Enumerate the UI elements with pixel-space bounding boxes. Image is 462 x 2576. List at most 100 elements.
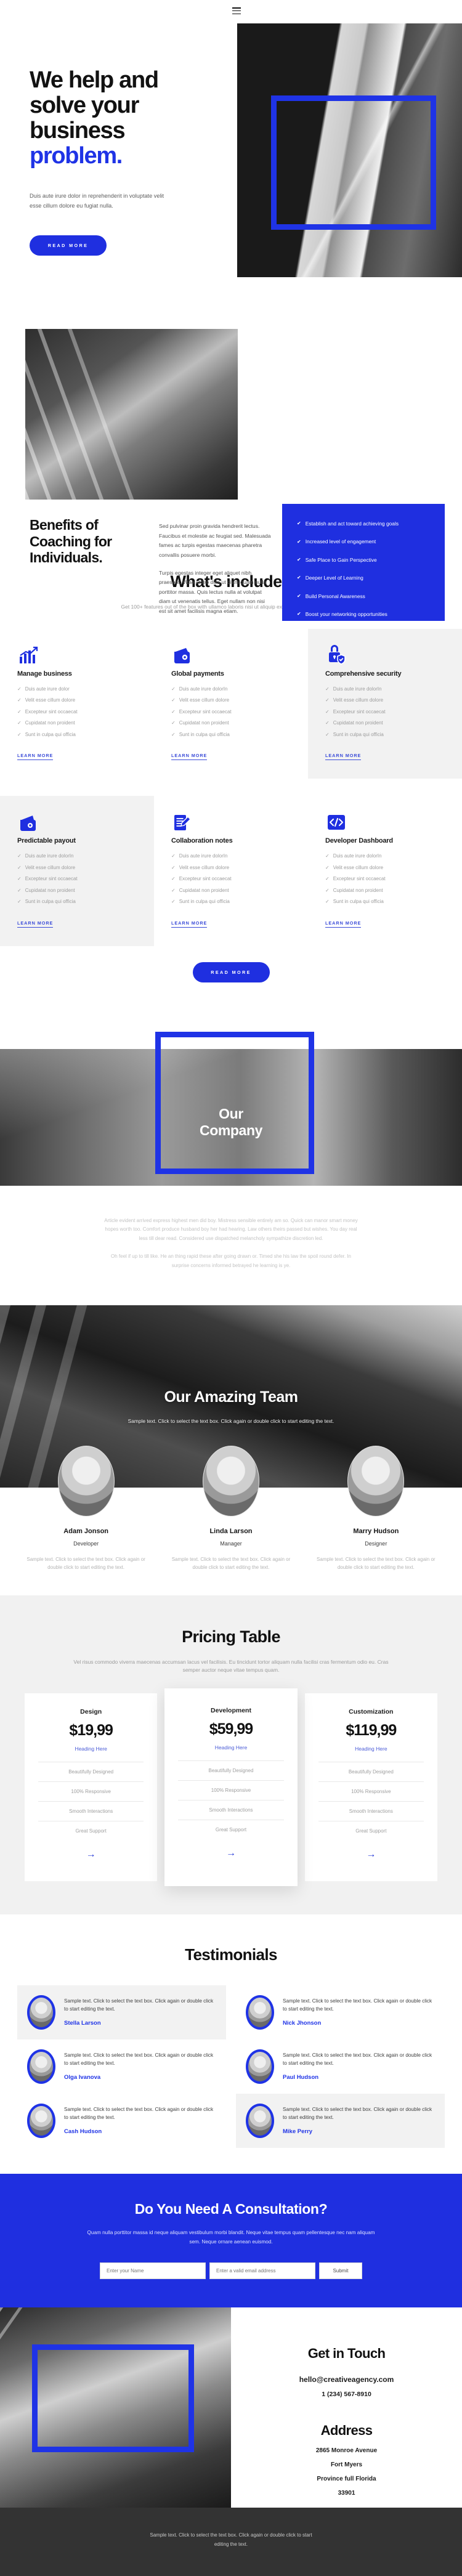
contact-title: Get in Touch	[307, 2346, 386, 2362]
feature-item: ✓ Sunt in culpa qui officia	[171, 732, 291, 737]
address-line: 33901	[338, 2490, 355, 2497]
avatar	[27, 1995, 55, 2030]
learn-more-link[interactable]: LEARN MORE	[171, 920, 208, 928]
name-input[interactable]	[100, 2262, 206, 2280]
testimonial-body: Sample text. Click to select the text bo…	[283, 2104, 435, 2135]
team-member: Linda Larson Manager Sample text. Click …	[167, 1445, 294, 1572]
team-member-name: Adam Jonson	[63, 1527, 109, 1535]
hero-read-more-button[interactable]: READ MORE	[30, 235, 107, 256]
testimonial-card: Sample text. Click to select the text bo…	[236, 1985, 445, 2039]
team-title: Our Amazing Team	[164, 1388, 298, 1406]
contact-email[interactable]: hello@creativeagency.com	[231, 2375, 462, 2384]
document-pencil-icon	[171, 815, 193, 836]
checklist-label: Increased level of engagement	[305, 538, 376, 545]
consultation-section: Do You Need A Consultation? Quam nulla p…	[0, 2173, 462, 2308]
avatar	[202, 1445, 259, 1517]
company-copy: Article evident arrived express highest …	[0, 1192, 462, 1305]
arrow-right-icon[interactable]: →	[366, 1849, 376, 1860]
testimonial-author: Stella Larson	[64, 2020, 101, 2027]
feature-label: Cupidatat non proident	[333, 887, 383, 893]
check-icon: ✓	[325, 708, 330, 715]
contact-phone[interactable]: 1 (234) 567-8910	[231, 2391, 462, 2398]
feature-label: Sunt in culpa qui officia	[25, 731, 76, 737]
plan-features: Beautifully Designed 100% Responsive Smo…	[318, 1761, 424, 1841]
email-input[interactable]	[209, 2262, 315, 2280]
feature-card-list: ✓ Duis aute irure dolorIn ✓ Velit esse cil…	[325, 854, 445, 904]
arrow-right-icon[interactable]: →	[226, 1848, 236, 1859]
checklist-label: Deeper Level of Learning	[305, 575, 363, 581]
check-icon: ✓	[325, 887, 330, 893]
feature-label: Cupidatat non proident	[179, 887, 229, 893]
check-icon: ✓	[325, 853, 330, 859]
bar-chart-growth-icon	[17, 646, 39, 670]
company-title-line-2: Company	[200, 1122, 262, 1139]
benefits-title: Benefits of Coaching for Individuals.	[30, 517, 112, 566]
testimonial-author: Cash Hudson	[64, 2128, 102, 2136]
learn-more-link[interactable]: LEARN MORE	[325, 920, 362, 928]
arrow-right-icon[interactable]: →	[86, 1849, 96, 1860]
checklist-item: ✔ Safe Place to Gain Perspective	[297, 557, 430, 562]
plan-feature: Beautifully Designed	[178, 1760, 284, 1780]
learn-more-link[interactable]: LEARN MORE	[17, 920, 54, 928]
check-icon: ✓	[171, 708, 176, 715]
feature-label: Excepteur sint occaecat	[333, 708, 386, 715]
feature-card-title: Predictable payout	[17, 837, 76, 845]
feature-item: ✓ Excepteur sint occaecat	[17, 877, 137, 881]
team-member-bio: Sample text. Click to select the text bo…	[171, 1556, 291, 1571]
learn-more-link[interactable]: LEARN MORE	[17, 753, 54, 761]
testimonial-text: Sample text. Click to select the text bo…	[283, 2106, 432, 2121]
hamburger-menu-icon[interactable]	[232, 7, 241, 15]
check-icon: ✓	[171, 853, 176, 859]
feature-card: Predictable payout ✓ Duis aute irure dolo…	[0, 796, 154, 946]
contact-section: Get in Touch hello@creativeagency.com 1 …	[0, 2307, 462, 2508]
hero-lead-text: Duis aute irure dolor in reprehenderit i…	[30, 193, 164, 209]
feature-card-title: Manage business	[17, 670, 72, 678]
lock-shield-icon	[325, 644, 347, 670]
checklist-label: Build Personal Awareness	[305, 593, 365, 599]
check-icon: ✓	[171, 887, 176, 893]
team-section: Our Amazing Team Sample text. Click to s…	[0, 1305, 462, 1590]
avatar	[246, 1995, 274, 2030]
hero-title-line-3: business	[30, 118, 126, 144]
feature-item: ✓ Sunt in culpa qui officia	[17, 732, 137, 737]
feature-item: ✓ Velit esse cillum dolore	[17, 698, 137, 703]
feature-item: ✓ Excepteur sint occaecat	[325, 708, 445, 715]
feature-card-list: ✓ Duis aute irure dolor ✓ Velit esse cillu…	[17, 686, 137, 737]
checklist-item: ✔ Build Personal Awareness	[297, 593, 430, 599]
learn-more-link[interactable]: LEARN MORE	[325, 753, 362, 761]
feature-card-title: Comprehensive security	[325, 670, 402, 678]
check-icon: ✓	[325, 864, 330, 870]
testimonial-body: Sample text. Click to select the text bo…	[64, 1995, 216, 2027]
feature-label: Excepteur sint occaecat	[25, 876, 78, 882]
avatar	[27, 2049, 55, 2084]
testimonial-card: Sample text. Click to select the text bo…	[236, 2039, 445, 2094]
avatar	[246, 2103, 274, 2138]
testimonial-card: Sample text. Click to select the text bo…	[17, 1985, 226, 2039]
learn-more-link[interactable]: LEARN MORE	[171, 753, 208, 761]
checklist-label: Boost your networking opportunities	[305, 611, 387, 618]
team-header: Our Amazing Team Sample text. Click to s…	[0, 1305, 462, 1424]
features-read-more-button[interactable]: READ MORE	[192, 962, 270, 982]
check-icon: ✓	[17, 731, 22, 737]
feature-card-list: ✓ Duis aute irure dolorIn ✓ Velit esse cil…	[325, 686, 445, 737]
feature-card: Developer Dashboard ✓ Duis aute irure dol…	[308, 796, 462, 946]
check-icon: ✓	[325, 899, 330, 905]
consultation-subtitle: Quam nulla porttitor massa id neque aliq…	[87, 2229, 375, 2245]
contact-details-column: Get in Touch hello@creativeagency.com 1 …	[231, 2307, 462, 2508]
benefits-photo	[25, 329, 238, 500]
feature-label: Duis aute irure dolorIn	[333, 686, 382, 692]
check-icon: ✓	[17, 686, 22, 692]
check-icon: ✔	[297, 593, 301, 599]
checklist-item: ✔ Boost your networking opportunities	[297, 612, 430, 617]
team-member-name: Marry Hudson	[353, 1527, 399, 1535]
submit-button[interactable]: Submit	[319, 2262, 362, 2280]
testimonial-body: Sample text. Click to select the text bo…	[64, 2049, 216, 2081]
consultation-form: Submit	[0, 2262, 462, 2280]
wallet-card-icon	[17, 816, 39, 836]
feature-label: Sunt in culpa qui officia	[25, 899, 76, 905]
plan-feature: Smooth Interactions	[318, 1800, 424, 1821]
check-icon: ✓	[171, 686, 176, 692]
feature-label: Excepteur sint occaecat	[179, 876, 232, 882]
feature-label: Velit esse cillum dolore	[179, 864, 230, 870]
plan-feature: 100% Responsive	[318, 1781, 424, 1801]
